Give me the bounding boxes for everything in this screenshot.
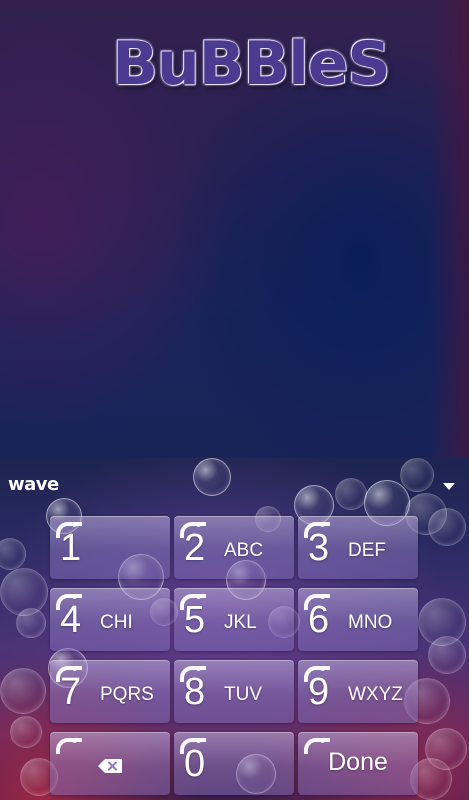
- key-letters: JKL: [224, 612, 257, 633]
- key-letters: DEF: [348, 540, 386, 561]
- key-letters: MNO: [348, 612, 393, 633]
- bubble-decoration: [335, 478, 367, 510]
- key-number: 3: [308, 527, 330, 569]
- key-6[interactable]: 6 MNO: [298, 588, 418, 651]
- keyboard: wave 1 2 ABC 3 DEF 4 CHI 5 JKL 6 MNO 7 P…: [0, 458, 469, 800]
- key-2[interactable]: 2 ABC: [174, 516, 294, 579]
- done-label: Done: [328, 748, 388, 776]
- key-letters: PQRS: [100, 684, 154, 705]
- bubbles-logo: BuBBleS: [96, 24, 406, 104]
- logo-text: BuBBleS: [112, 29, 390, 99]
- key-letters: CHI: [100, 612, 133, 633]
- backspace-icon: [98, 759, 122, 773]
- key-number: 7: [60, 671, 82, 713]
- bubble-decoration: [400, 458, 434, 492]
- backspace-key[interactable]: [50, 732, 170, 795]
- key-number: 0: [184, 743, 206, 785]
- key-number: 6: [308, 599, 330, 641]
- key-number: 9: [308, 671, 330, 713]
- chevron-down-icon[interactable]: [443, 483, 455, 490]
- key-8[interactable]: 8 TUV: [174, 660, 294, 723]
- key-letters: ABC: [224, 540, 264, 561]
- key-number: 2: [184, 527, 206, 569]
- key-shine-decoration: [56, 738, 82, 754]
- key-3[interactable]: 3 DEF: [298, 516, 418, 579]
- key-number: 8: [184, 671, 206, 713]
- bubble-decoration: [428, 636, 466, 674]
- key-number: 1: [60, 527, 82, 569]
- key-5[interactable]: 5 JKL: [174, 588, 294, 651]
- key-0[interactable]: 0: [174, 732, 294, 795]
- key-letters: TUV: [224, 684, 262, 705]
- key-letters: WXYZ: [348, 684, 403, 705]
- key-9[interactable]: 9 WXYZ: [298, 660, 418, 723]
- bubble-decoration: [0, 668, 46, 714]
- key-7[interactable]: 7 PQRS: [50, 660, 170, 723]
- key-number: 5: [184, 599, 206, 641]
- key-4[interactable]: 4 CHI: [50, 588, 170, 651]
- bubble-decoration: [10, 716, 42, 748]
- bubble-decoration: [0, 538, 26, 570]
- bubble-decoration: [16, 608, 46, 638]
- key-1[interactable]: 1: [50, 516, 170, 579]
- key-number: 4: [60, 599, 82, 641]
- app-background: BuBBleS: [0, 0, 469, 458]
- done-button[interactable]: Done: [298, 732, 418, 795]
- bubble-decoration: [193, 458, 231, 496]
- bubble-decoration: [428, 508, 466, 546]
- keyboard-brand-label: wave: [8, 474, 59, 495]
